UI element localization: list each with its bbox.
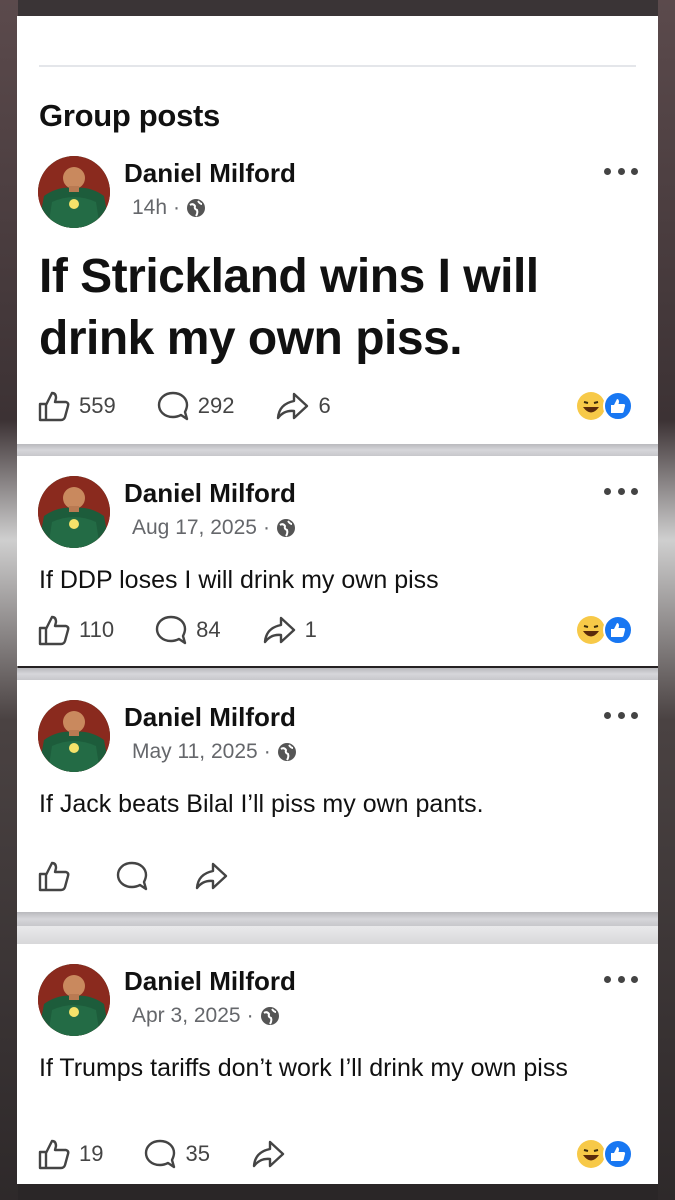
share-button[interactable]: 6 [274, 390, 331, 422]
like-reaction-icon [603, 391, 633, 421]
post-actions: 559 292 6 [37, 388, 371, 424]
comment-button[interactable] [115, 860, 149, 892]
post-separator [17, 668, 658, 680]
thumbs-up-outline-icon [38, 391, 70, 422]
post-text: If Strickland wins I will drink my own p… [39, 250, 539, 365]
post-time[interactable]: Aug 17, 2025 [132, 516, 257, 540]
share-arrow-icon [263, 616, 295, 644]
like-reaction-icon [603, 1139, 633, 1169]
post-meta: May 11, 2025 · [132, 740, 297, 764]
like-button[interactable]: 19 [37, 1138, 103, 1170]
meta-separator: · [262, 516, 270, 539]
like-count: 19 [79, 1141, 104, 1166]
comment-bubble-icon [145, 1139, 176, 1169]
comment-button[interactable]: 292 [156, 390, 235, 422]
backdrop-left [0, 0, 18, 1200]
share-arrow-icon [195, 862, 228, 890]
post-card: Group posts Daniel Milford 14h · If Stri… [17, 16, 658, 444]
more-dots-icon[interactable] [604, 166, 638, 176]
post-card: Daniel Milford May 11, 2025 · If Jack be… [17, 680, 658, 912]
like-button[interactable]: 559 [37, 390, 116, 422]
post-time[interactable]: Apr 3, 2025 [132, 1004, 241, 1028]
post-meta: 14h · [132, 196, 206, 220]
more-dots-icon[interactable] [604, 974, 638, 984]
post-actions: 110 84 1 [37, 612, 357, 648]
haha-reaction-icon [577, 1140, 605, 1168]
like-reaction-icon [603, 615, 633, 645]
share-count: 1 [304, 617, 317, 642]
post-actions: 19 35 [37, 1136, 326, 1172]
post-meta: Aug 17, 2025 · [132, 516, 296, 540]
section-title: Group posts [39, 98, 220, 133]
post-meta: Apr 3, 2025 · [132, 1004, 280, 1028]
thumbs-up-outline-icon [38, 615, 70, 646]
meta-separator: · [263, 740, 271, 763]
post-time[interactable]: 14h [132, 196, 167, 220]
avatar[interactable] [38, 964, 110, 1036]
backdrop-right [658, 0, 675, 1200]
comment-count: 292 [197, 393, 235, 418]
divider [39, 65, 636, 67]
post-actions [37, 858, 269, 894]
comment-button[interactable]: 84 [154, 614, 221, 646]
comment-count: 35 [185, 1141, 210, 1166]
share-count: 6 [318, 393, 331, 418]
reactions-summary[interactable] [576, 1139, 634, 1169]
comment-count: 84 [196, 617, 221, 642]
globe-icon [260, 1006, 280, 1026]
post-card: Daniel Milford Apr 3, 2025 · If Trumps t… [17, 944, 658, 1184]
post-separator [17, 444, 658, 456]
globe-icon [186, 198, 206, 218]
reactions-summary[interactable] [576, 391, 634, 421]
share-arrow-icon [252, 1140, 285, 1168]
post-time[interactable]: May 11, 2025 [132, 740, 258, 764]
avatar[interactable] [38, 700, 110, 772]
post-text: If Jack beats Bilal I’ll piss my own pan… [39, 790, 484, 818]
thumbs-up-outline-icon [38, 861, 70, 892]
share-button[interactable] [250, 1138, 286, 1170]
author-name[interactable]: Daniel Milford [124, 478, 296, 509]
share-button[interactable] [193, 860, 229, 892]
like-button[interactable] [37, 860, 71, 892]
comment-bubble-icon [116, 861, 148, 891]
post-separator [17, 926, 658, 944]
share-button[interactable]: 1 [261, 614, 317, 646]
post-separator [17, 912, 658, 926]
author-name[interactable]: Daniel Milford [124, 702, 296, 733]
meta-separator: · [246, 1004, 254, 1027]
like-count: 110 [79, 617, 115, 642]
share-arrow-icon [277, 392, 309, 420]
post-text: If DDP loses I will drink my own piss [39, 566, 439, 594]
avatar[interactable] [38, 476, 110, 548]
author-name[interactable]: Daniel Milford [124, 158, 296, 189]
comment-bubble-icon [155, 615, 187, 645]
post-card: Daniel Milford Aug 17, 2025 · If DDP los… [17, 456, 658, 666]
reactions-summary[interactable] [576, 615, 634, 645]
comment-button[interactable]: 35 [143, 1138, 210, 1170]
haha-reaction-icon [577, 616, 605, 644]
haha-reaction-icon [577, 392, 605, 420]
author-name[interactable]: Daniel Milford [124, 966, 296, 997]
comment-bubble-icon [157, 391, 188, 421]
thumbs-up-outline-icon [38, 1139, 70, 1170]
globe-icon [277, 742, 297, 762]
post-text: If Trumps tariffs don’t work I’ll drink … [39, 1054, 568, 1082]
more-dots-icon[interactable] [604, 486, 638, 496]
like-button[interactable]: 110 [37, 614, 114, 646]
avatar[interactable] [38, 156, 110, 228]
more-dots-icon[interactable] [604, 710, 638, 720]
globe-icon [276, 518, 296, 538]
like-count: 559 [79, 393, 116, 418]
meta-separator: · [173, 196, 181, 219]
